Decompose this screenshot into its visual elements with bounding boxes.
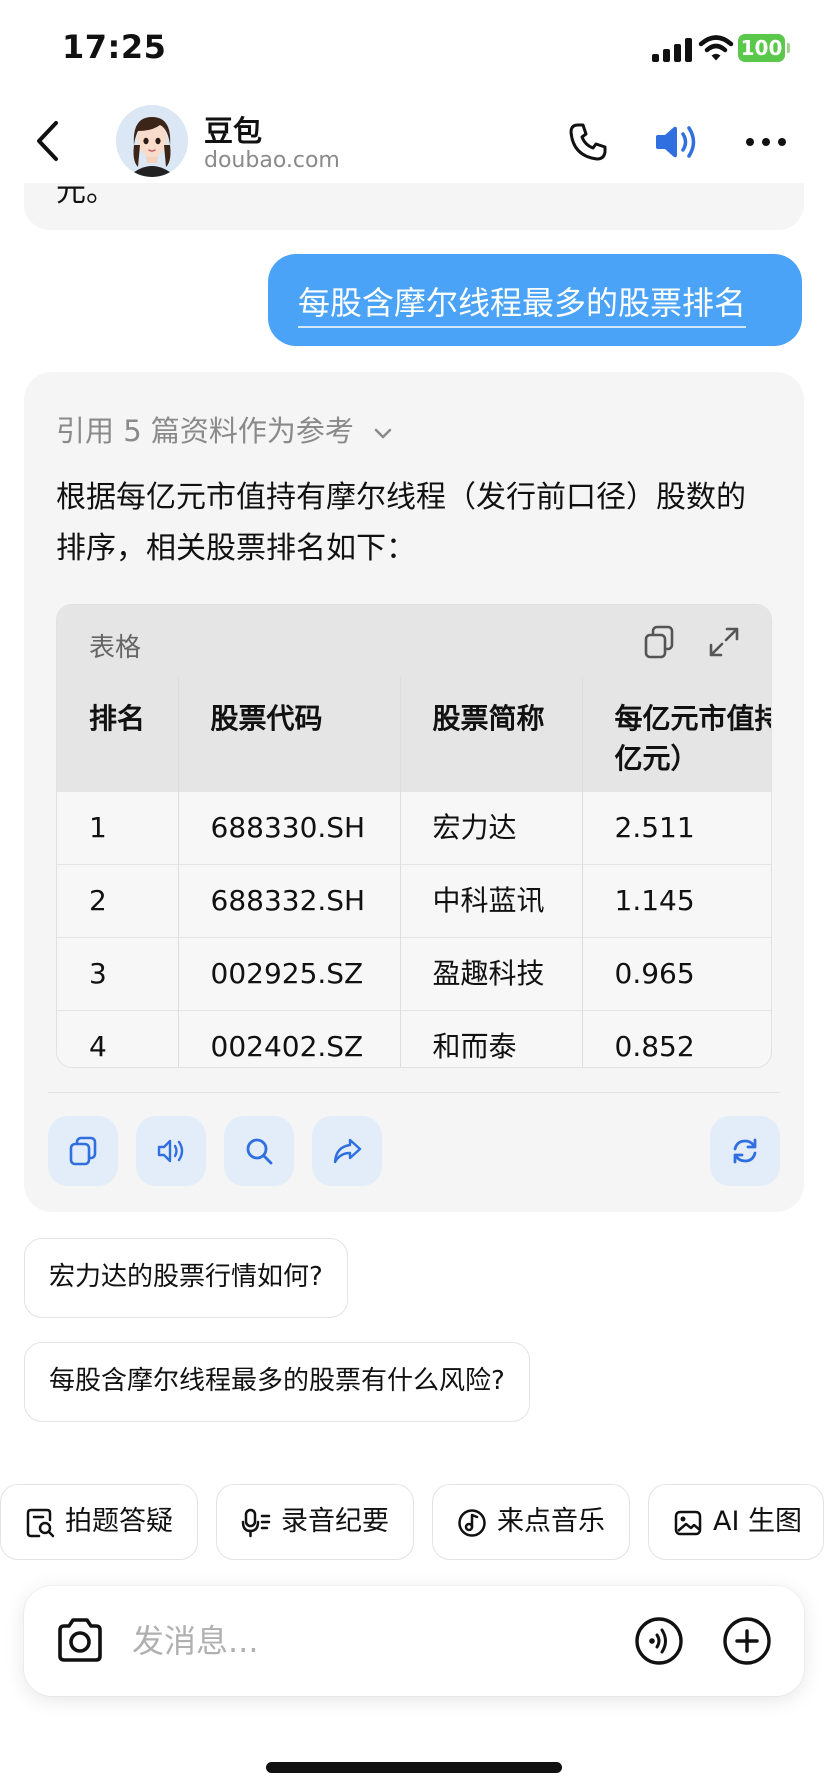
chevron-down-icon <box>374 428 392 439</box>
table-cell: 0.852 <box>582 1009 771 1067</box>
battery-level: 100 <box>740 36 783 60</box>
chat-screen: 17:25 100 元。 豆包 doubao.com 每股含摩尔线程最多的股票排… <box>0 0 828 1792</box>
phone-icon[interactable] <box>566 120 610 164</box>
references-label: 引用 5 篇资料作为参考 <box>56 414 354 448</box>
suggestion-chip[interactable]: 每股含摩尔线程最多的股票有什么风险? <box>24 1342 530 1422</box>
read-aloud-icon <box>157 1139 184 1163</box>
more-icon[interactable] <box>744 120 788 164</box>
chat-header: 豆包 doubao.com <box>0 100 828 183</box>
table-cell: 688330.SH <box>178 790 401 864</box>
answer-text: 根据每亿元市值持有摩尔线程（发行前口径）股数的排序，相关股票排名如下： <box>56 480 746 566</box>
table-row: 2 688332.SH 中科蓝讯 1.145 <box>57 863 771 937</box>
quick-action-label: AI 生图 <box>713 1506 803 1537</box>
copy-button[interactable] <box>48 1116 118 1186</box>
share-icon <box>333 1138 362 1164</box>
status-time: 17:25 <box>62 28 167 66</box>
speaker-icon[interactable] <box>654 120 698 164</box>
wifi-icon <box>698 35 734 61</box>
signal-icon <box>652 38 692 62</box>
battery-indicator: 100 <box>738 34 790 62</box>
avatar-illustration <box>116 105 188 177</box>
table-cell: 0.965 <box>582 936 771 1010</box>
voice-call-icon[interactable] <box>634 1616 684 1666</box>
table-cell: 2 <box>57 863 179 937</box>
table-row: 4 002402.SZ 和而泰 0.852 <box>57 1009 771 1067</box>
regenerate-icon <box>733 1138 757 1164</box>
read-aloud-button[interactable] <box>136 1116 206 1186</box>
assistant-message: 引用 5 篇资料作为参考 根据每亿元市值持有摩尔线程（发行前口径）股数的排序，相… <box>24 372 804 1212</box>
table-cell: 和而泰 <box>400 1009 583 1067</box>
status-bar: 17:25 100 <box>0 0 828 100</box>
column-header: 排名 <box>57 677 179 791</box>
suggestion-chip[interactable]: 宏力达的股票行情如何? <box>24 1238 348 1318</box>
table-cell: 3 <box>57 936 179 1010</box>
table-cell: 688332.SH <box>178 863 401 937</box>
message-input[interactable] <box>132 1614 512 1668</box>
table-cell: 中科蓝讯 <box>400 863 583 937</box>
quick-action-label: 录音纪要 <box>281 1506 389 1537</box>
column-header: 每亿元市值持 亿元） <box>582 677 771 791</box>
copy-icon <box>69 1136 97 1166</box>
regenerate-button[interactable] <box>710 1116 780 1186</box>
table-cell: 2.511 <box>582 790 771 864</box>
table-cell: 1.145 <box>582 863 771 937</box>
battery-tip <box>787 43 790 53</box>
quick-action-ai-image[interactable]: AI 生图 <box>648 1484 824 1560</box>
quick-action-music[interactable]: 来点音乐 <box>432 1484 630 1560</box>
expand-icon[interactable] <box>707 625 741 659</box>
search-icon <box>246 1138 273 1165</box>
image-icon <box>674 1510 702 1536</box>
microphone-icon <box>241 1508 271 1538</box>
table-cell: 宏力达 <box>400 790 583 864</box>
table-cell: 002402.SZ <box>178 1009 401 1067</box>
column-header: 股票代码 <box>178 677 401 791</box>
table-cell: 1 <box>57 790 179 864</box>
user-message-text: 每股含摩尔线程最多的股票排名 <box>298 278 747 328</box>
photo-search-icon <box>26 1508 55 1538</box>
avatar[interactable] <box>116 105 188 177</box>
references-toggle[interactable]: 引用 5 篇资料作为参考 <box>56 408 395 450</box>
quick-action-photo-qa[interactable]: 拍题答疑 <box>0 1484 198 1560</box>
plus-icon[interactable] <box>722 1616 772 1666</box>
table-copy-icon[interactable] <box>643 625 675 659</box>
stock-table[interactable]: 排名 股票代码 股票简称 每亿元市值持 亿元） 1 688330.SH 宏力达 … <box>57 677 771 1067</box>
table-cell: 4 <box>57 1009 179 1067</box>
divider <box>48 1092 780 1093</box>
table-cell: 盈趣科技 <box>400 936 583 1010</box>
chat-subtitle: doubao.com <box>204 148 340 173</box>
table-card: 表格 排名 股票代码 股票简称 每亿元市值持 亿元） 1 688330.SH 宏… <box>56 604 772 1068</box>
user-message-bubble[interactable]: 每股含摩尔线程最多的股票排名 <box>268 254 802 346</box>
search-button[interactable] <box>224 1116 294 1186</box>
table-row: 3 002925.SZ 盈趣科技 0.965 <box>57 936 771 1010</box>
back-icon[interactable] <box>28 116 68 166</box>
table-header-row: 排名 股票代码 股票简称 每亿元市值持 亿元） <box>57 677 771 791</box>
share-button[interactable] <box>312 1116 382 1186</box>
quick-action-recording[interactable]: 录音纪要 <box>216 1484 414 1560</box>
home-indicator <box>266 1762 562 1773</box>
table-cell: 002925.SZ <box>178 936 401 1010</box>
table-row: 1 688330.SH 宏力达 2.511 <box>57 790 771 864</box>
table-toolbar: 表格 <box>57 605 771 677</box>
table-label: 表格 <box>89 633 142 663</box>
message-composer <box>24 1586 804 1696</box>
column-header: 股票简称 <box>400 677 583 791</box>
chat-title: 豆包 <box>204 114 263 148</box>
quick-action-label: 来点音乐 <box>497 1506 605 1537</box>
music-icon <box>458 1509 486 1537</box>
camera-icon[interactable] <box>54 1616 106 1666</box>
quick-action-label: 拍题答疑 <box>65 1506 173 1537</box>
